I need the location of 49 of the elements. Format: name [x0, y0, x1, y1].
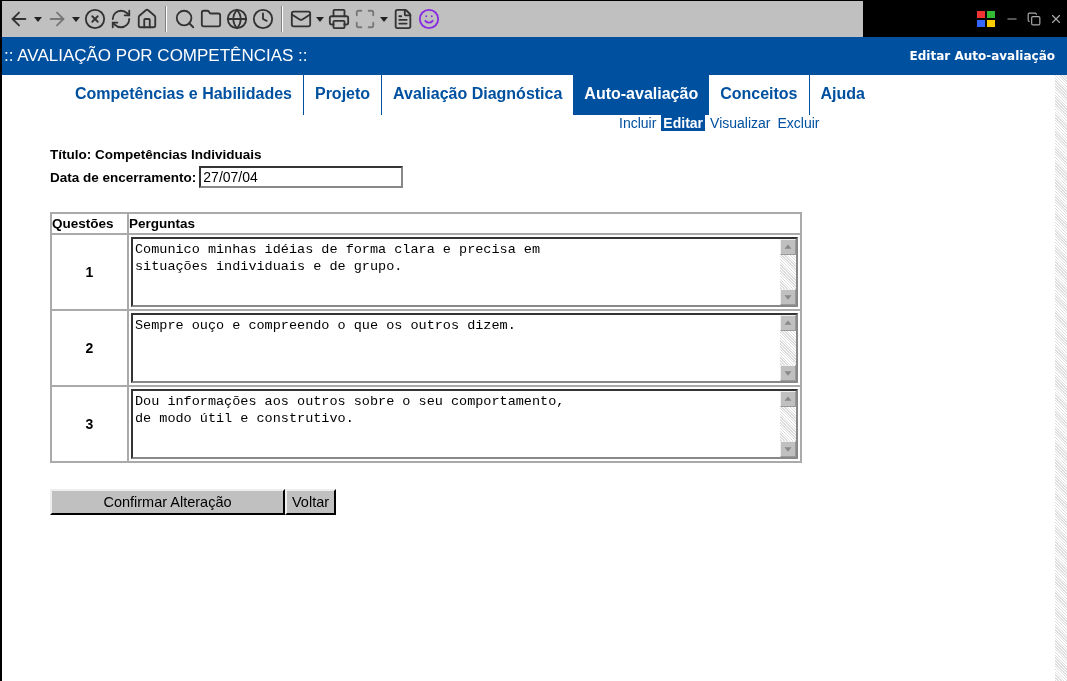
sub-tab[interactable]: Incluir	[617, 115, 659, 131]
printer-icon[interactable]	[328, 8, 350, 30]
search-icon[interactable]	[174, 8, 196, 30]
globe-icon[interactable]	[226, 8, 248, 30]
question-number: 1	[52, 235, 127, 309]
restore-icon[interactable]	[1027, 12, 1041, 26]
question-text-area[interactable]: Comunico minhas idéias de forma clara e precisa em situações individuais e de grupo.	[131, 237, 798, 307]
scroll-down-icon[interactable]	[780, 289, 796, 305]
question-text-area[interactable]: Sempre ouço e compreendo o que os outros dizem.	[131, 313, 798, 383]
document-icon[interactable]	[392, 8, 414, 30]
page-heading: Editar Auto-avaliação	[909, 49, 1055, 63]
date-label: Data de encerramento:	[50, 169, 197, 185]
column-header: Questões	[52, 214, 127, 233]
confirm-button[interactable]: Confirmar Alteração	[50, 489, 285, 515]
caret-icon[interactable]	[316, 16, 324, 22]
nav-tab[interactable]: Projeto	[302, 75, 382, 115]
sub-tab[interactable]: Excluir	[775, 115, 822, 131]
caret-icon[interactable]	[34, 16, 42, 22]
stop-icon[interactable]	[84, 8, 106, 30]
scroll-down-icon[interactable]	[780, 441, 796, 457]
windows-logo-icon	[975, 9, 997, 29]
sub-tab[interactable]: Editar	[661, 115, 706, 131]
close-icon[interactable]	[1049, 12, 1063, 26]
caret-icon[interactable]	[380, 16, 388, 22]
caret-icon[interactable]	[72, 16, 80, 22]
smiley-icon[interactable]	[418, 8, 440, 30]
mail-icon[interactable]	[290, 8, 312, 30]
app-title: :: AVALIAÇÃO POR COMPETÊNCIAS ::	[4, 46, 308, 66]
nav-tab[interactable]: Ajuda	[808, 75, 876, 115]
nav-tab[interactable]: Conceitos	[709, 75, 809, 115]
question-number: 2	[52, 311, 127, 385]
question-number: 3	[52, 387, 127, 461]
sub-tab[interactable]: Visualizar	[708, 115, 773, 131]
back-button[interactable]: Voltar	[285, 489, 337, 515]
date-field[interactable]: 27/07/04	[199, 166, 404, 188]
question-text-area[interactable]: Dou informações aos outros sobre o seu comportamento, de modo útil e construtivo.	[131, 389, 798, 459]
scrollbar[interactable]	[1055, 75, 1067, 681]
scroll-down-icon[interactable]	[780, 365, 796, 381]
title-label: Título: Competências Individuais	[50, 147, 263, 162]
column-header: Perguntas	[129, 214, 800, 233]
nav-tab[interactable]: Auto-avaliação	[573, 75, 710, 115]
history-icon[interactable]	[252, 8, 274, 30]
scroll-up-icon[interactable]	[780, 315, 796, 331]
scroll-up-icon[interactable]	[780, 239, 796, 255]
nav-tab[interactable]: Competências e Habilidades	[64, 75, 303, 115]
scroll-up-icon[interactable]	[780, 391, 796, 407]
folder-icon[interactable]	[200, 8, 222, 30]
home-icon[interactable]	[136, 8, 158, 30]
refresh-icon[interactable]	[110, 8, 132, 30]
